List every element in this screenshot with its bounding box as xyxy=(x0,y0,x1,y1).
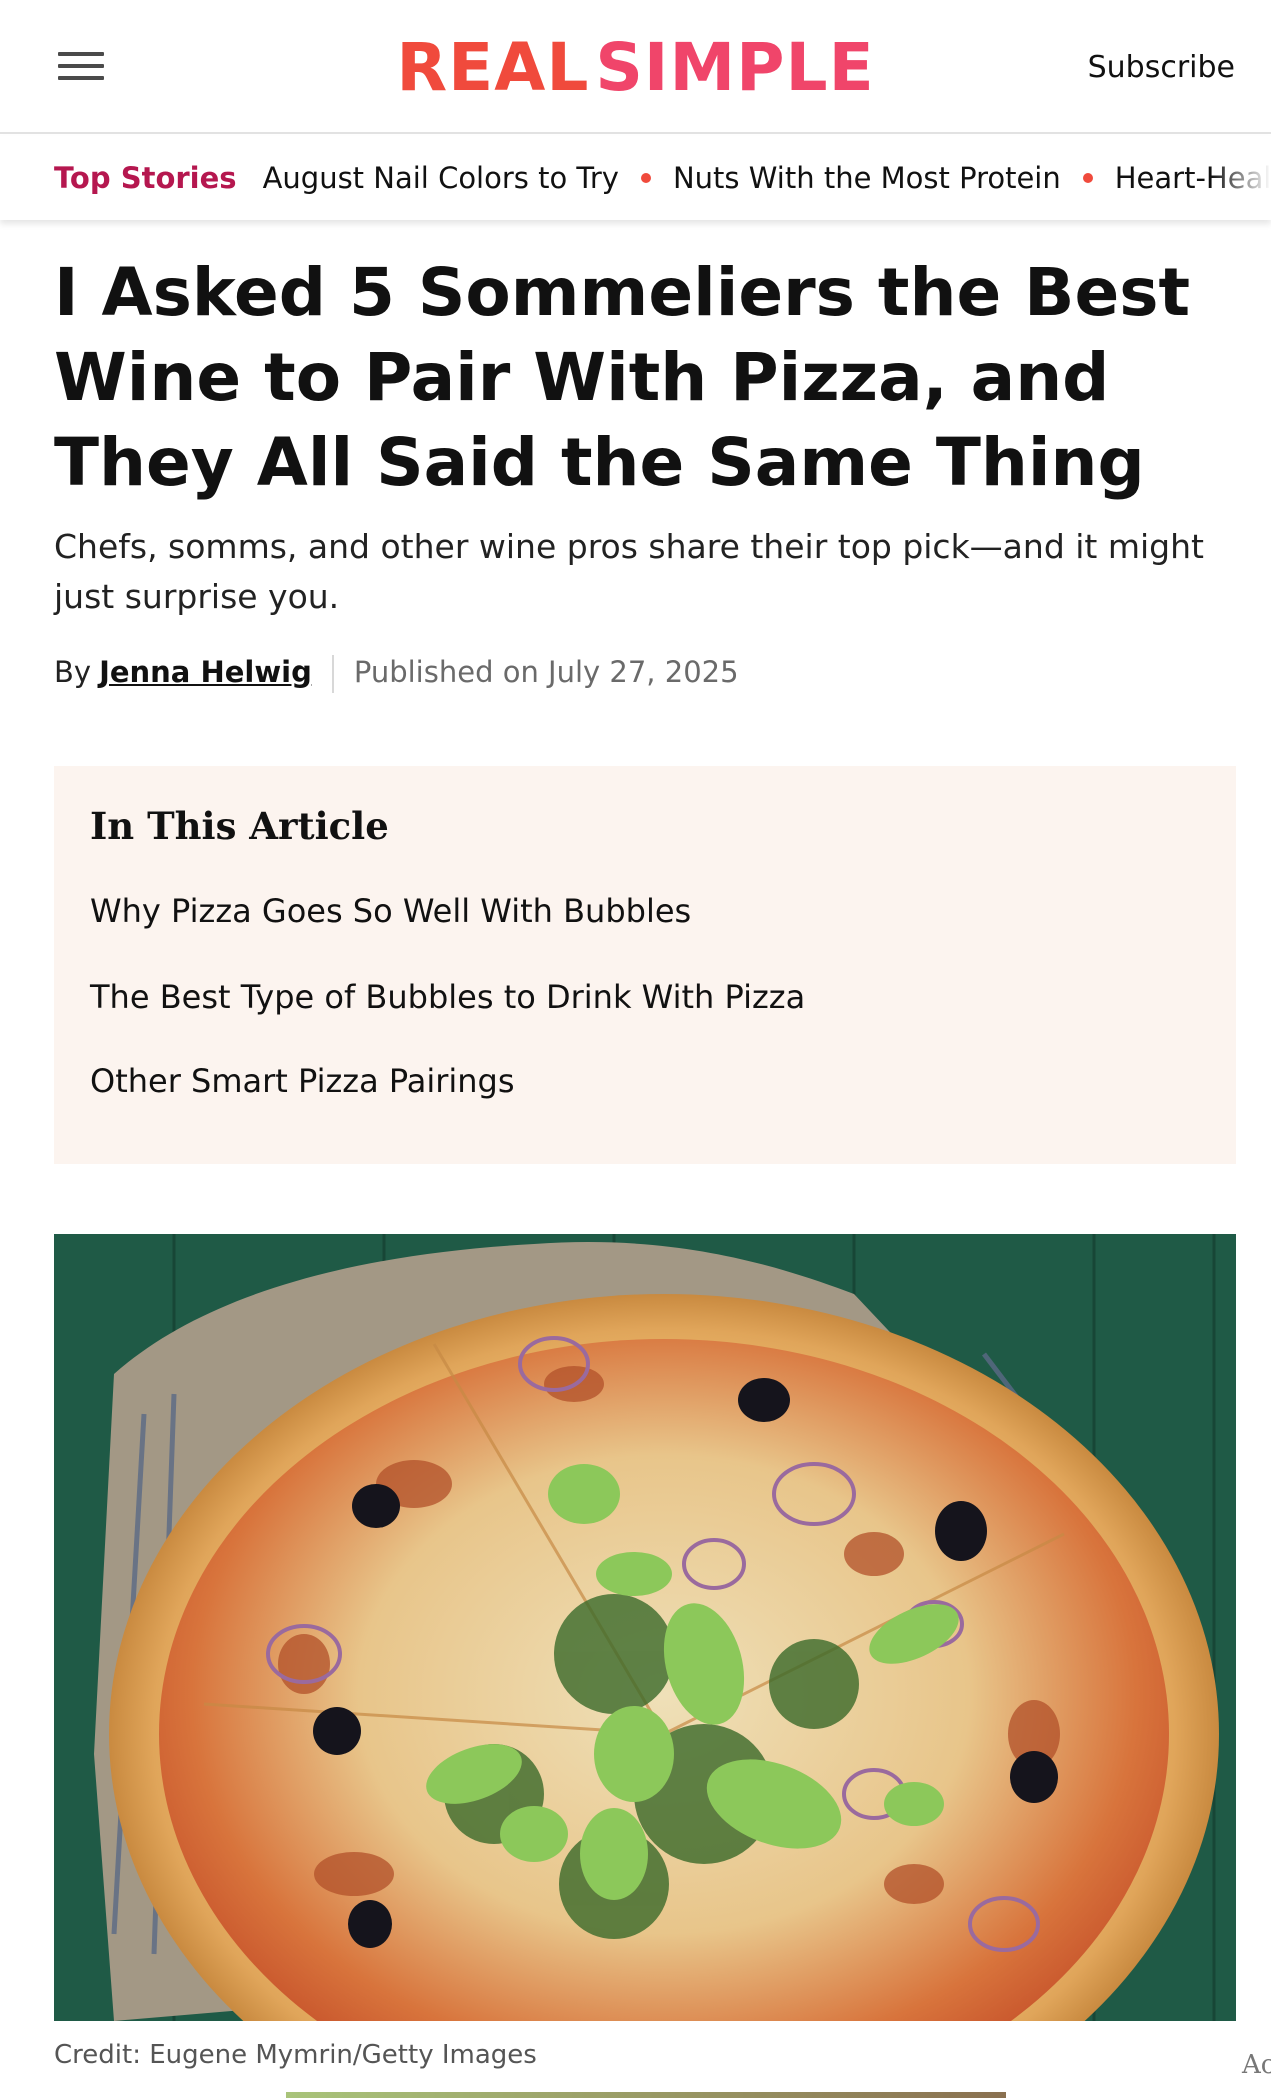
byline: By Jenna Helwig Published on July 27, 2025 xyxy=(54,652,739,693)
top-story-link[interactable]: Nuts With the Most Protein xyxy=(673,161,1061,195)
byline-divider xyxy=(331,655,334,693)
hamburger-menu-icon[interactable] xyxy=(58,52,104,84)
site-logo[interactable]: REALSIMPLE xyxy=(0,30,1271,106)
top-story-link[interactable]: August Nail Colors to Try xyxy=(263,161,619,195)
separator-dot xyxy=(640,172,651,183)
image-credit: Credit: Eugene Mymrin/Getty Images xyxy=(54,2040,537,2070)
article-subheading: Chefs, somms, and other wine pros share … xyxy=(54,527,1204,616)
hero-image xyxy=(54,1234,1236,2021)
table-of-contents: In This Article Why Pizza Goes So Well W… xyxy=(54,766,1236,1164)
top-stories-bar: Top Stories August Nail Colors to Try Nuts… xyxy=(0,136,1271,220)
toc-title: In This Article xyxy=(90,804,389,848)
author-link[interactable]: Jenna Helwig xyxy=(99,655,312,689)
pizza-photo xyxy=(54,1234,1236,2021)
logo-word-real: REAL xyxy=(396,29,590,106)
publish-date: Published on July 27, 2025 xyxy=(353,655,739,689)
next-image-preview xyxy=(286,2092,1006,2098)
top-stories-label: Top Stories xyxy=(54,161,237,195)
separator-dot xyxy=(1082,172,1093,183)
subscribe-link[interactable]: Subscribe xyxy=(1088,50,1235,85)
toc-link[interactable]: The Best Type of Bubbles to Drink With P… xyxy=(90,978,805,1016)
logo-word-simple: SIMPLE xyxy=(595,29,875,106)
byline-prefix: By xyxy=(54,655,92,689)
toc-link[interactable]: Other Smart Pizza Pairings xyxy=(90,1062,515,1100)
article-headline: I Asked 5 Sommeliers the Best Wine to Pa… xyxy=(54,254,1191,501)
toc-link[interactable]: Why Pizza Goes So Well With Bubbles xyxy=(90,892,691,930)
site-header: REALSIMPLE Subscribe xyxy=(0,0,1271,134)
ad-label: Ac xyxy=(1242,2050,1271,2080)
scroll-fade xyxy=(1211,136,1271,220)
